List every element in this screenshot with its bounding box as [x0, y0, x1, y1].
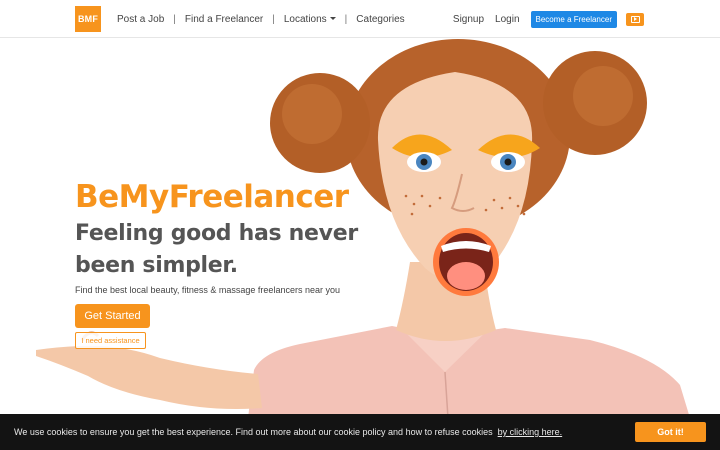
cookie-policy-link[interactable]: by clicking here.	[498, 427, 563, 437]
hero-subtitle: Feeling good has never been simpler.	[75, 221, 358, 278]
nav-categories[interactable]: Categories	[356, 14, 404, 25]
logo[interactable]: BMF	[75, 6, 101, 32]
top-navbar: BMF Post a Job | Find a Freelancer | Loc…	[0, 0, 720, 38]
play-video-icon	[630, 15, 640, 23]
nav-divider: |	[272, 13, 275, 25]
nav-links: Post a Job | Find a Freelancer | Locatio…	[117, 0, 405, 38]
become-freelancer-button[interactable]: Become a Freelancer	[530, 10, 617, 28]
hero-description: Find the best local beauty, fitness & ma…	[75, 285, 340, 295]
cookie-consent-bar: We use cookies to ensure you get the bes…	[0, 414, 720, 450]
nav-divider: |	[173, 13, 176, 25]
cookie-message: We use cookies to ensure you get the bes…	[14, 414, 562, 450]
nav-find-a-freelancer[interactable]: Find a Freelancer	[185, 14, 263, 25]
nav-locations-dropdown[interactable]: Locations	[284, 14, 336, 25]
login-link[interactable]: Login	[495, 14, 519, 25]
nav-right: Signup Login Become a Freelancer	[442, 0, 644, 38]
cookie-message-text: We use cookies to ensure you get the bes…	[14, 427, 493, 437]
get-started-button[interactable]: Get Started	[75, 304, 150, 328]
video-button[interactable]	[626, 12, 644, 26]
cookie-accept-button[interactable]: Got it!	[635, 422, 706, 442]
nav-post-a-job[interactable]: Post a Job	[117, 14, 164, 25]
need-assistance-button[interactable]: I need assistance	[75, 332, 146, 349]
caret-down-icon	[329, 17, 336, 21]
nav-divider: |	[344, 13, 348, 25]
hero-section: BeMyFreelancer Feeling good has never be…	[0, 38, 720, 414]
nav-locations-label: Locations	[283, 13, 327, 25]
signup-link[interactable]: Signup	[453, 14, 484, 25]
hero-title: BeMyFreelancer	[75, 179, 349, 215]
